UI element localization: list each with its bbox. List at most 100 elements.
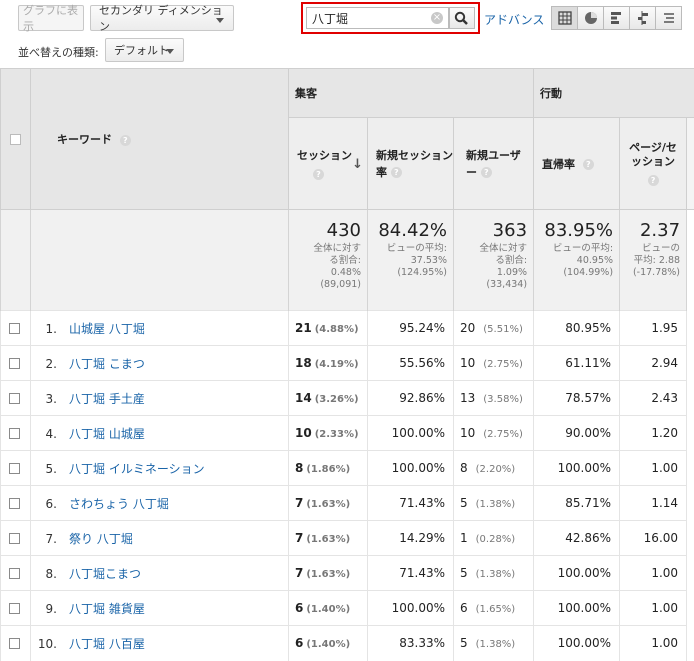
new-users-percent: (1.38%) [476,499,516,510]
new-session-rate-cell: 14.29% [368,521,454,556]
acquisition-label: 集客 [295,87,317,100]
row-checkbox[interactable] [9,603,20,614]
new-session-rate-column-header[interactable]: 新規セッション率 ? [368,118,454,210]
new-session-rate-cell: 100.00% [368,591,454,626]
keyword-link[interactable]: 八丁堀 イルミネーション [69,462,205,476]
sort-type-dropdown[interactable]: デフォルト [105,38,184,62]
keyword-link[interactable]: 祭り 八丁堀 [69,532,133,546]
row-spacer [687,556,694,591]
keyword-link[interactable]: 八丁堀 雑貨屋 [69,602,145,616]
pages-per-session-cell: 1.00 [620,591,687,626]
row-checkbox[interactable] [9,498,20,509]
new-session-rate-header-label: 新規セッション率 ? [376,147,453,181]
sessions-value: 7 [295,531,303,545]
pie-view-button[interactable] [577,6,604,30]
comparison-view-button[interactable] [629,6,656,30]
row-checkbox[interactable] [9,568,20,579]
pivot-view-button[interactable] [655,6,682,30]
keyword-link[interactable]: 八丁堀 こまつ [69,357,145,371]
chevron-down-icon [166,49,174,54]
sort-type-value: デフォルト [114,42,169,58]
table-row: 7.祭り 八丁堀7(1.63%)14.29%1(0.28%)42.86%16.0… [1,521,694,556]
behavior-label: 行動 [540,87,562,100]
clear-search-icon[interactable]: × [431,12,443,24]
sessions-column-header[interactable]: セッション ? ↓ [289,118,368,210]
row-spacer [687,486,694,521]
plot-rows-button[interactable]: グラフに表示 [18,5,84,31]
table-row: 9.八丁堀 雑貨屋6(1.40%)100.00%6(1.65%)100.00%1… [1,591,694,626]
row-spacer [687,311,694,346]
data-table: キーワード ? 集客 行動 セッション ? ↓ 新規セッション率 ? 新規ユーザ… [0,68,694,661]
row-checkbox[interactable] [9,428,20,439]
row-checkbox[interactable] [9,393,20,404]
table-view-button[interactable] [551,6,578,30]
secondary-dimension-dropdown[interactable]: セカンダリ ディメンション [90,5,234,31]
select-all-cell [1,69,31,210]
sessions-value: 10 [295,426,312,440]
table-row: 4.八丁堀 山城屋10(2.33%)100.00%10(2.75%)90.00%… [1,416,694,451]
new-users-value: 8 [460,461,468,475]
keyword-link[interactable]: 八丁堀こまつ [69,567,141,581]
new-session-rate-cell: 100.00% [368,416,454,451]
row-select-cell [1,626,31,661]
new-session-rate-cell: 55.56% [368,346,454,381]
help-icon[interactable]: ? [313,169,324,180]
sort-desc-arrow-icon: ↓ [352,157,363,172]
chevron-down-icon [216,18,224,23]
new-users-percent: (2.75%) [483,359,523,370]
keyword-link[interactable]: 山城屋 八丁堀 [69,322,145,336]
keyword-column-header[interactable]: キーワード ? [31,69,289,210]
totals-blank [1,210,31,311]
new-users-value: 13 [460,391,475,405]
sessions-value: 8 [295,461,303,475]
row-index: 7. [31,532,57,546]
advanced-search-link[interactable]: アドバンス [484,11,544,28]
table-row: 1.山城屋 八丁堀21(4.88%)95.24%20(5.51%)80.95%1… [1,311,694,346]
sessions-percent: (1.40%) [306,639,350,650]
new-users-column-header[interactable]: 新規ユーザー ? [454,118,534,210]
sessions-value: 7 [295,496,303,510]
select-all-checkbox[interactable] [10,134,21,145]
bounce-rate-column-header[interactable]: 直帰率 ? [534,118,620,210]
sessions-percent: (4.19%) [315,359,359,370]
row-index: 2. [31,357,57,371]
row-checkbox[interactable] [9,638,20,649]
help-icon[interactable]: ? [583,159,594,170]
row-checkbox[interactable] [9,358,20,369]
bounce-rate-cell: 90.00% [534,416,620,451]
help-icon[interactable]: ? [391,167,402,178]
secondary-dimension-label: セカンダリ ディメンション [99,2,225,34]
search-button[interactable] [449,7,475,29]
help-icon[interactable]: ? [648,175,659,186]
total-bounce-rate: 83.95% ビューの平均:40.95%(104.99%) [534,210,620,311]
sessions-cell: 21(4.88%) [289,311,368,346]
new-users-value: 5 [460,636,468,650]
pages-session-column-header[interactable]: ページ/セッション ? [620,118,687,210]
new-users-cell: 5(1.38%) [454,626,534,661]
row-index: 1. [31,322,57,336]
new-users-percent: (3.58%) [483,394,523,405]
help-icon[interactable]: ? [120,135,131,146]
row-checkbox[interactable] [9,323,20,334]
row-checkbox[interactable] [9,533,20,544]
sessions-cell: 18(4.19%) [289,346,368,381]
row-select-cell [1,521,31,556]
keyword-link[interactable]: 八丁堀 手土産 [69,392,145,406]
row-spacer [687,626,694,661]
keyword-link[interactable]: 八丁堀 山城屋 [69,427,145,441]
keyword-cell: 2. 八丁堀 こまつ [31,346,289,381]
performance-view-button[interactable] [603,6,630,30]
keyword-link[interactable]: 八丁堀 八百屋 [69,637,145,651]
row-checkbox[interactable] [9,463,20,474]
help-icon[interactable]: ? [481,167,492,178]
row-index: 9. [31,602,57,616]
search-input[interactable] [306,7,449,29]
sessions-percent: (4.88%) [315,324,359,335]
keyword-link[interactable]: さわちょう 八丁堀 [69,497,169,511]
sessions-cell: 7(1.63%) [289,556,368,591]
sessions-percent: (2.33%) [315,429,359,440]
new-session-rate-cell: 71.43% [368,556,454,591]
bounce-rate-cell: 78.57% [534,381,620,416]
sessions-cell: 14(3.26%) [289,381,368,416]
new-session-rate-cell: 95.24% [368,311,454,346]
